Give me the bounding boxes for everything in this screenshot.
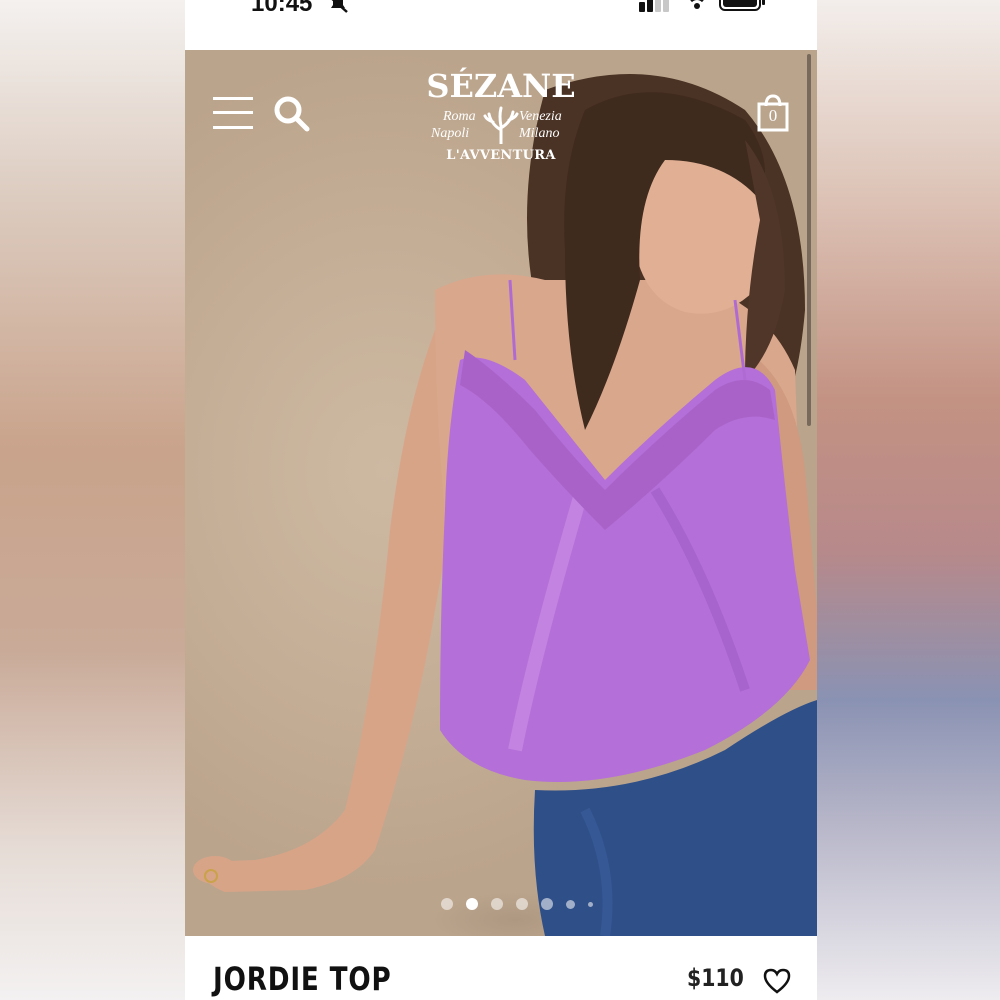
carousel-dots[interactable]: [441, 896, 606, 912]
carousel-dot[interactable]: [541, 898, 553, 910]
signal-icon: [639, 0, 669, 12]
carousel-dot[interactable]: [516, 898, 528, 910]
carousel-dot[interactable]: [466, 898, 478, 910]
carousel-dot[interactable]: [588, 901, 593, 907]
wifi-icon: [690, 0, 704, 9]
menu-icon[interactable]: [213, 96, 253, 130]
bell-off-icon: [331, 0, 348, 13]
background-blur-left: [0, 0, 185, 1000]
battery-icon: [719, 0, 765, 11]
collection-name: L'AVVENTURA: [446, 148, 556, 163]
city-napoli: Napoli: [431, 126, 470, 141]
brand-name: SÉZANE: [426, 67, 576, 105]
brand-logo[interactable]: SÉZANE Roma Venezia Napoli Milano L'AVVE…: [421, 68, 581, 163]
coral-icon: [483, 106, 519, 144]
city-venezia: Venezia: [519, 109, 562, 124]
product-name: JORDIE TOP: [213, 960, 392, 998]
product-hero-image[interactable]: SÉZANE Roma Venezia Napoli Milano L'AVVE…: [185, 50, 817, 936]
product-info-bar: JORDIE TOP $110: [185, 936, 817, 1000]
status-bar: 10:45: [185, 0, 817, 50]
search-icon[interactable]: [273, 95, 311, 133]
cart-count: 0: [768, 106, 778, 125]
status-time: 10:45: [251, 0, 313, 17]
logo-cities: Roma Venezia Napoli Milano: [421, 106, 581, 146]
heart-icon[interactable]: [763, 968, 791, 994]
scrollbar[interactable]: [807, 54, 811, 426]
city-roma: Roma: [443, 109, 476, 124]
background-blur-right: [817, 0, 1000, 1000]
carousel-dot[interactable]: [566, 899, 575, 909]
shopping-bag-icon[interactable]: 0: [757, 94, 789, 137]
carousel-dot[interactable]: [441, 898, 453, 910]
model-photo: [193, 74, 817, 936]
city-milano: Milano: [519, 126, 560, 141]
product-price: $110: [687, 964, 744, 992]
carousel-dot[interactable]: [491, 898, 503, 910]
phone-screen: 10:45 SÉZANE Roma Venezia Napoli Milano …: [185, 0, 817, 1000]
